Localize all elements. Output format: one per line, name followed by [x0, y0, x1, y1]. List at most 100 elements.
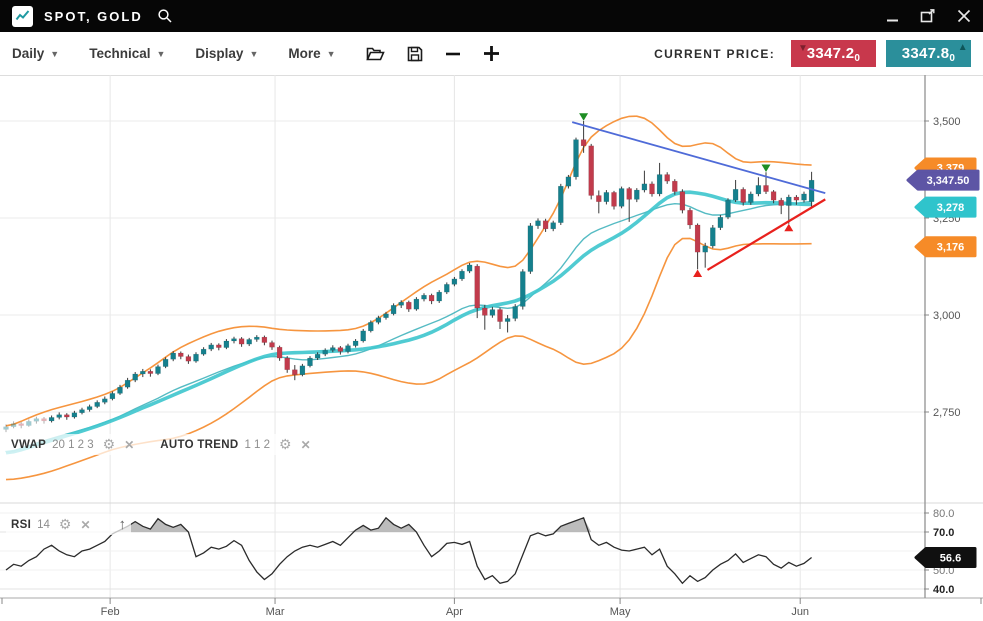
candle — [42, 417, 47, 424]
candle — [148, 369, 153, 376]
candle — [528, 223, 533, 274]
candle — [779, 198, 784, 214]
candle — [710, 225, 715, 248]
candle — [64, 413, 69, 420]
arrow-up-icon: ▲ — [958, 43, 968, 53]
remove-indicator-icon[interactable]: ✕ — [301, 438, 311, 452]
grid-lines — [0, 75, 983, 598]
pivot-low-arrow — [693, 269, 702, 277]
chevron-down-icon: ▼ — [50, 49, 59, 59]
candle — [308, 356, 313, 367]
upper-band-line — [6, 116, 812, 426]
autotrend-legend: AUTO TREND 1 1 2 ⚙ ✕ — [160, 436, 310, 453]
candle — [80, 408, 85, 415]
axis-label: 2,750 — [933, 407, 961, 419]
menu-display[interactable]: Display ▼ — [195, 46, 258, 61]
candle — [726, 198, 731, 219]
menu-technical[interactable]: Technical ▼ — [89, 46, 165, 61]
candle — [95, 400, 100, 408]
candle — [384, 312, 389, 320]
axis-label: 3,500 — [933, 116, 961, 128]
candle — [209, 343, 214, 351]
candle — [589, 144, 594, 199]
candle — [627, 187, 632, 222]
axis-label: 40.0 — [933, 584, 954, 596]
current-price-label: CURRENT PRICE: — [654, 47, 775, 61]
candle — [338, 346, 343, 355]
candle — [460, 269, 465, 281]
candle — [406, 301, 411, 312]
axis-label: Mar — [266, 606, 285, 618]
candle — [444, 282, 449, 294]
candle — [429, 294, 434, 304]
popout-button[interactable] — [920, 9, 936, 23]
minimize-button[interactable] — [886, 10, 899, 23]
settings-gear-icon[interactable]: ⚙ — [279, 436, 292, 453]
zoom-in-icon[interactable] — [483, 45, 500, 62]
save-icon[interactable] — [407, 46, 423, 62]
instrument-title: SPOT, GOLD — [44, 9, 143, 24]
chevron-down-icon: ▼ — [327, 49, 336, 59]
search-icon[interactable] — [157, 8, 173, 24]
title-bar: SPOT, GOLD — [0, 0, 983, 32]
candle — [619, 187, 624, 209]
candle — [186, 355, 191, 364]
candle — [596, 190, 601, 213]
candle — [604, 190, 609, 204]
candle — [688, 208, 693, 229]
remove-indicator-icon[interactable]: ✕ — [124, 438, 134, 452]
pivot-high-arrow — [579, 113, 588, 121]
candle — [437, 290, 442, 303]
candle — [361, 329, 366, 343]
candle — [11, 421, 16, 428]
zoom-out-icon[interactable] — [445, 46, 461, 62]
bid-price-subdigit: 0 — [854, 53, 860, 64]
menu-more-label: More — [288, 46, 320, 61]
move-pane-up-icon[interactable]: ↑ — [119, 516, 127, 533]
window-controls — [886, 9, 971, 23]
candle — [156, 365, 161, 375]
axis-label: 3,278 — [937, 202, 965, 214]
candle — [695, 223, 700, 269]
candle — [558, 184, 563, 225]
candle — [262, 336, 267, 346]
arrow-down-icon: ▼ — [798, 44, 808, 54]
candle — [414, 297, 419, 311]
menu-more[interactable]: More ▼ — [288, 46, 335, 61]
vwap-line — [6, 192, 812, 453]
candle — [239, 337, 244, 347]
bollinger-bands — [6, 116, 812, 479]
candle — [194, 352, 199, 362]
axis-label: May — [610, 606, 631, 618]
candle — [802, 192, 807, 203]
candle — [612, 191, 617, 210]
candle — [680, 189, 685, 213]
close-button[interactable] — [957, 9, 971, 23]
settings-gear-icon[interactable]: ⚙ — [59, 516, 72, 533]
candle — [642, 171, 647, 193]
remove-indicator-icon[interactable]: ✕ — [80, 518, 90, 532]
open-folder-icon[interactable] — [366, 46, 385, 61]
settings-gear-icon[interactable]: ⚙ — [103, 436, 116, 453]
candle — [178, 351, 183, 359]
chevron-down-icon: ▼ — [156, 49, 165, 59]
app-logo-icon — [12, 6, 33, 27]
candle — [26, 419, 31, 426]
candle — [733, 180, 738, 202]
price-chart-canvas[interactable]: 3,5003,2503,0002,75080.070.060.050.040.0… — [0, 75, 983, 621]
candle — [452, 277, 457, 286]
menu-timeframe[interactable]: Daily ▼ — [12, 46, 59, 61]
chevron-down-icon: ▼ — [249, 49, 258, 59]
rsi-legend-row: RSI 14 ⚙ ✕ ↑ — [6, 514, 131, 535]
candle — [467, 263, 472, 273]
candle — [756, 177, 761, 196]
candle — [490, 307, 495, 318]
candle — [634, 188, 639, 202]
candle — [353, 339, 358, 348]
axis-label: Feb — [101, 606, 120, 618]
candle — [201, 347, 206, 356]
candle — [482, 305, 487, 330]
chart-application-window: SPOT, GOLD Daily ▼ Technical ▼ Display — [0, 0, 983, 621]
candle — [232, 337, 237, 344]
menu-display-label: Display — [195, 46, 243, 61]
